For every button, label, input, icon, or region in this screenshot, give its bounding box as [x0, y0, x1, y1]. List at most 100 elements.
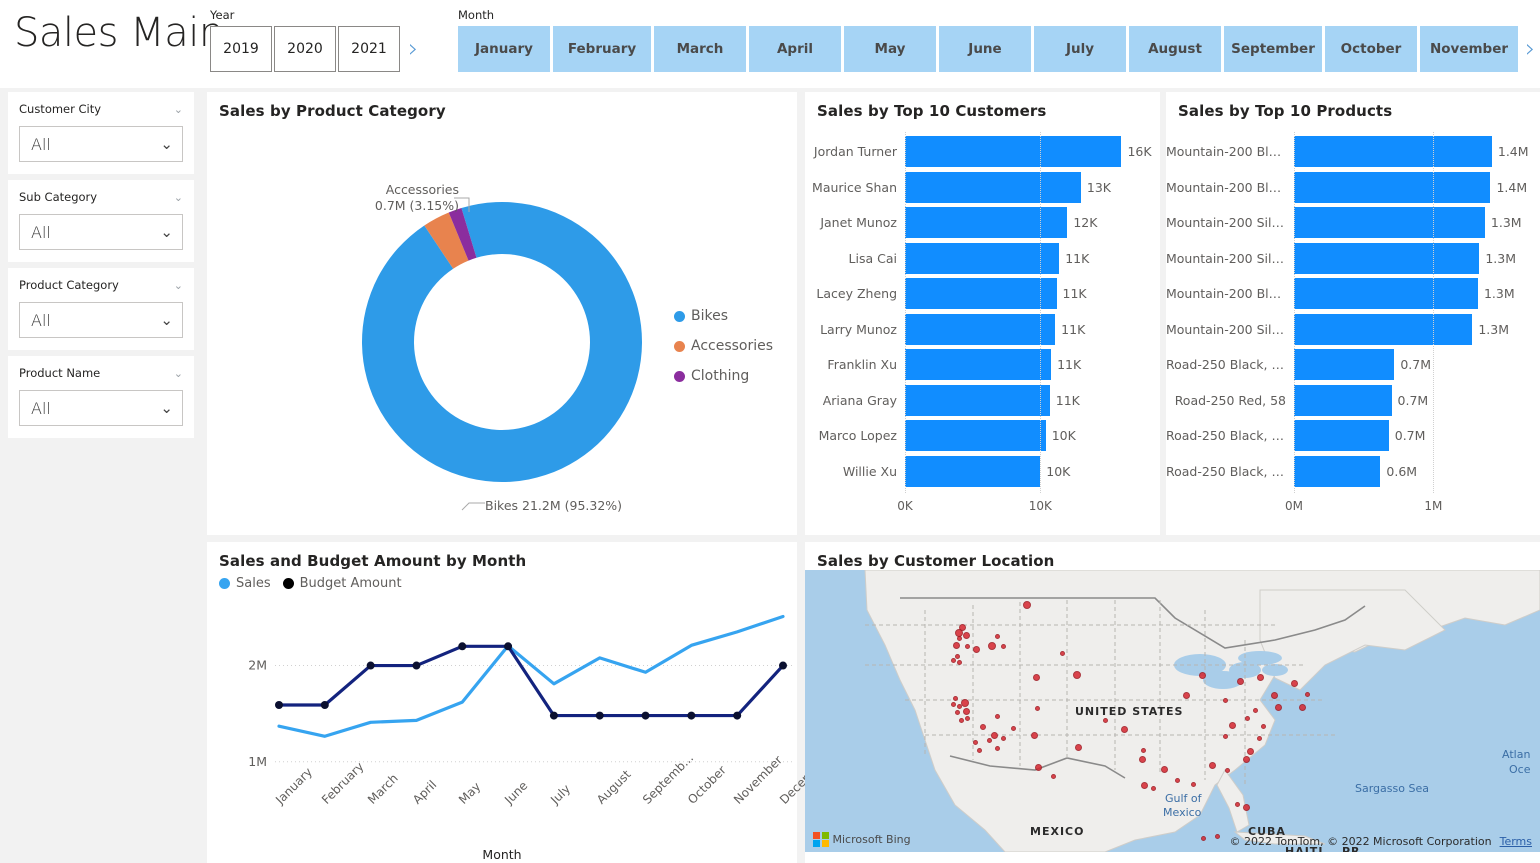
month-tile-january[interactable]: January	[458, 26, 550, 72]
map-bubble[interactable]	[1225, 768, 1230, 773]
bar-row[interactable]: Mountain-200 Bla... 1.4M	[1166, 170, 1540, 206]
bar-fill[interactable]	[1294, 171, 1491, 203]
bar-row[interactable]: Road-250 Black, 44 0.6M	[1166, 454, 1540, 490]
bar-fill[interactable]	[1294, 384, 1392, 416]
year-tile-2021[interactable]: 2021	[338, 26, 400, 72]
bar-fill[interactable]	[905, 420, 1046, 452]
line-data-point[interactable]	[549, 711, 558, 720]
line-data-point[interactable]	[320, 700, 329, 709]
map-bubble[interactable]	[1023, 601, 1031, 609]
chevron-down-icon[interactable]: ⌄	[160, 312, 173, 328]
chevron-down-icon[interactable]: ⌄	[174, 104, 183, 115]
bar-row[interactable]: Lisa Cai 11K	[805, 241, 1160, 277]
bar-fill[interactable]	[905, 136, 1122, 168]
map-bubble[interactable]	[953, 696, 958, 701]
map-bubble[interactable]	[1035, 764, 1042, 771]
map-bubble[interactable]	[1305, 692, 1310, 697]
map-bubble[interactable]	[973, 646, 980, 653]
map-bubble[interactable]	[991, 732, 998, 739]
line-data-point[interactable]	[366, 661, 375, 670]
map-bubble[interactable]	[1183, 692, 1190, 699]
map-bubble[interactable]	[1060, 651, 1065, 656]
chevron-right-icon[interactable]: ›	[1525, 36, 1535, 62]
month-tile-march[interactable]: March	[654, 26, 746, 72]
line-data-point[interactable]	[595, 711, 604, 720]
map-bubble[interactable]	[1237, 678, 1244, 685]
chevron-down-icon[interactable]: ⌄	[174, 368, 183, 379]
map-bubble[interactable]	[963, 632, 970, 639]
month-tile-july[interactable]: July	[1034, 26, 1126, 72]
map-bubble[interactable]	[1001, 736, 1006, 741]
chevron-down-icon[interactable]: ⌄	[160, 400, 173, 416]
map-bubble[interactable]	[1201, 836, 1206, 841]
chevron-down-icon[interactable]: ⌄	[174, 192, 183, 203]
map-terms-link[interactable]: Terms	[1500, 835, 1532, 848]
bar-fill[interactable]	[1294, 455, 1381, 487]
bar-fill[interactable]	[1294, 420, 1389, 452]
map-bubble[interactable]	[1243, 756, 1250, 763]
map-bubble[interactable]	[955, 710, 960, 715]
month-tile-february[interactable]: February	[553, 26, 651, 72]
bar-fill[interactable]	[905, 278, 1057, 310]
bar-row[interactable]: Maurice Shan 13K	[805, 170, 1160, 206]
month-tile-april[interactable]: April	[749, 26, 841, 72]
map-bubble[interactable]	[951, 658, 956, 663]
line-legend-item-budget-amount[interactable]: Budget Amount	[282, 576, 402, 591]
month-tile-september[interactable]: September	[1224, 26, 1322, 72]
map-bubble[interactable]	[1245, 716, 1250, 721]
map-bubble[interactable]	[995, 746, 1000, 751]
map-bubble[interactable]	[955, 654, 960, 659]
line-data-point[interactable]	[412, 661, 421, 670]
line-data-point[interactable]	[275, 700, 283, 709]
month-tile-may[interactable]: May	[844, 26, 936, 72]
map-bubble[interactable]	[965, 716, 970, 721]
bar-row[interactable]: Road-250 Red, 58 0.7M	[1166, 383, 1540, 419]
map-bubble[interactable]	[1291, 680, 1298, 687]
bar-row[interactable]: Mountain-200 Silv... 1.3M	[1166, 205, 1540, 241]
bar-row[interactable]: Road-250 Black, 48 0.7M	[1166, 418, 1540, 454]
map-bubble[interactable]	[963, 708, 970, 715]
bar-fill[interactable]	[1294, 278, 1478, 310]
map-bubble[interactable]	[1191, 782, 1196, 787]
map-bubble[interactable]	[1139, 756, 1146, 763]
map-bubble[interactable]	[1141, 782, 1148, 789]
bar-fill[interactable]	[905, 384, 1050, 416]
map-bubble[interactable]	[1031, 732, 1038, 739]
map-bubble[interactable]	[977, 748, 982, 753]
chevron-down-icon[interactable]: ⌄	[160, 224, 173, 240]
bar-fill[interactable]	[905, 455, 1041, 487]
bar-fill[interactable]	[905, 313, 1056, 345]
bar-row[interactable]: Willie Xu 10K	[805, 454, 1160, 490]
bar-row[interactable]: Mountain-200 Bla... 1.4M	[1166, 134, 1540, 170]
bar-row[interactable]: Larry Munoz 11K	[805, 312, 1160, 348]
chevron-down-icon[interactable]: ⌄	[174, 280, 183, 291]
donut-slice-bikes[interactable]	[362, 202, 643, 482]
map-bubble[interactable]	[1103, 718, 1108, 723]
map-bubble[interactable]	[1299, 704, 1306, 711]
filter-dropdown[interactable]: All ⌄	[19, 302, 183, 338]
map-bubble[interactable]	[1275, 704, 1282, 711]
year-tile-2019[interactable]: 2019	[210, 26, 272, 72]
map-bubble[interactable]	[957, 636, 962, 641]
bar-fill[interactable]	[905, 207, 1068, 239]
bar-fill[interactable]	[1294, 207, 1485, 239]
map-bubble[interactable]	[965, 644, 970, 649]
map-bubble[interactable]	[995, 714, 1000, 719]
bar-row[interactable]: Lacey Zheng 11K	[805, 276, 1160, 312]
map-bubble[interactable]	[1199, 672, 1206, 679]
bar-fill[interactable]	[1294, 242, 1480, 274]
map-bubble[interactable]	[951, 702, 956, 707]
map-bubble[interactable]	[1235, 802, 1240, 807]
bar-fill[interactable]	[1294, 313, 1473, 345]
bar-row[interactable]: Franklin Xu 11K	[805, 347, 1160, 383]
donut-legend-item-bikes[interactable]: Bikes	[674, 308, 773, 324]
bar-row[interactable]: Ariana Gray 11K	[805, 383, 1160, 419]
map-bubble[interactable]	[1151, 786, 1156, 791]
map-bubble[interactable]	[973, 740, 978, 745]
map-bubble[interactable]	[1121, 726, 1128, 733]
map-bubble[interactable]	[987, 738, 992, 743]
map-bubble[interactable]	[988, 642, 996, 650]
map-bubble[interactable]	[1257, 736, 1262, 741]
map-bubble[interactable]	[1035, 706, 1040, 711]
map-bubble[interactable]	[1223, 698, 1228, 703]
